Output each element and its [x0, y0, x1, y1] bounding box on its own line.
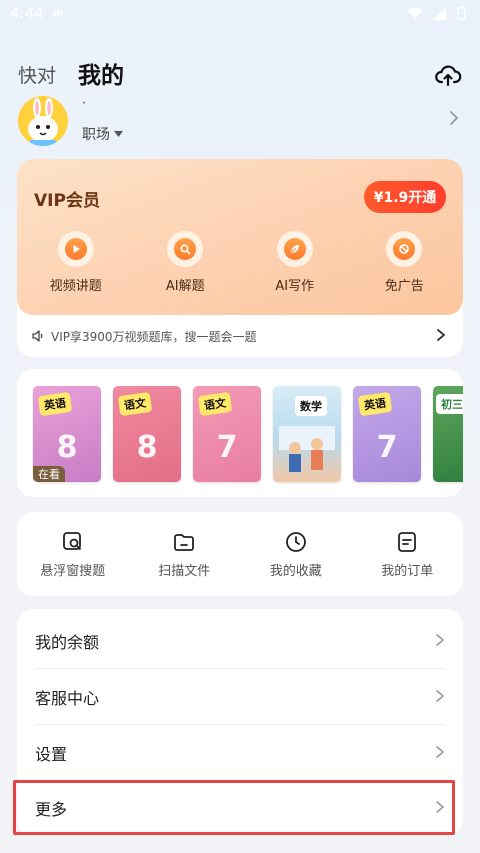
header: 快对 我的 — [18, 58, 466, 92]
clock-icon — [285, 531, 306, 552]
book-grade: 8 — [56, 430, 78, 465]
vip-title: VIP会员 — [34, 191, 100, 211]
reading-tag: 在看 — [33, 466, 65, 482]
chevron-right-icon — [436, 801, 445, 813]
vip-features: 视频讲题 AI解题 AI写作 免广告 — [17, 231, 463, 294]
vip-feature-ai-write[interactable]: AI写作 — [245, 231, 345, 294]
status-bar: 4:44 — [0, 0, 480, 26]
tab-wode[interactable]: 我的 — [78, 60, 124, 92]
vip-open-button[interactable]: ¥1.9开通 — [364, 181, 446, 213]
vip-feature-label: 免广告 — [384, 279, 424, 294]
book-cover[interactable]: 英语 7 — [353, 386, 421, 482]
role-selector[interactable]: 职场 — [82, 124, 123, 144]
vip-feature-label: AI解题 — [165, 279, 205, 294]
books-shelf: 英语 8 在看 语文 8 语文 7 数学 英语 7 初三 — [17, 369, 463, 497]
tool-label: 我的收藏 — [269, 563, 322, 579]
book-cover[interactable]: 初三 — [433, 386, 463, 482]
book-cover[interactable]: 语文 8 — [113, 386, 181, 482]
menu-item-balance[interactable]: 我的余额 — [35, 613, 445, 669]
tool-float-search[interactable]: 悬浮窗搜题 — [23, 530, 123, 579]
menu-item-label: 更多 — [35, 800, 68, 819]
vip-feature-video[interactable]: 视频讲题 — [26, 231, 126, 294]
chevron-right-icon — [436, 690, 445, 702]
tool-orders[interactable]: 我的订单 — [357, 530, 457, 579]
chevron-right-icon — [436, 746, 445, 758]
wifi-icon — [407, 7, 423, 19]
signal-icon — [433, 6, 446, 20]
tab-kuaidui[interactable]: 快对 — [18, 60, 56, 92]
chevron-right-icon — [436, 634, 445, 646]
tool-label: 悬浮窗搜题 — [40, 563, 106, 579]
leaf-icon — [290, 245, 299, 253]
profile-section[interactable]: · 职场 — [18, 96, 462, 152]
menu-item-service[interactable]: 客服中心 — [35, 669, 445, 725]
book-grade: 8 — [136, 430, 158, 465]
book-cover[interactable]: 数学 — [273, 386, 341, 482]
infinity-icon — [52, 9, 63, 17]
book-grade: 7 — [376, 430, 398, 465]
book-subject: 语文 — [117, 391, 153, 417]
folder-icon — [174, 533, 195, 551]
play-icon — [73, 245, 80, 253]
book-subject: 英语 — [37, 391, 73, 417]
vip-panel: VIP会员 ¥1.9开通 视频讲题 AI解题 AI写作 免广告 — [17, 159, 463, 315]
status-time: 4:44 — [10, 4, 44, 22]
battery-icon — [457, 6, 466, 20]
book-subject: 英语 — [357, 391, 393, 417]
book-subject: 语文 — [197, 391, 233, 417]
tools-card: 悬浮窗搜题 扫描文件 我的收藏 我的订单 — [17, 512, 463, 596]
speaker-icon — [32, 330, 43, 342]
menu-item-more[interactable]: 更多 — [35, 780, 445, 835]
search-icon — [180, 244, 191, 255]
avatar[interactable] — [18, 96, 68, 146]
book-subject: 初三 — [436, 394, 463, 414]
no-ads-icon — [399, 244, 410, 254]
tool-label: 扫描文件 — [158, 563, 211, 579]
tool-label: 我的订单 — [381, 563, 434, 579]
book-cover[interactable]: 英语 8 在看 — [33, 386, 101, 482]
book-cover[interactable]: 语文 7 — [193, 386, 261, 482]
float-search-icon — [62, 531, 81, 550]
order-icon — [398, 531, 417, 552]
username: · — [82, 96, 86, 110]
menu-list: 我的余额 客服中心 设置 更多 — [17, 609, 463, 835]
menu-item-label: 客服中心 — [35, 689, 100, 708]
cloud-upload-icon[interactable] — [434, 62, 462, 90]
bunny-avatar-icon — [28, 98, 58, 146]
vip-feature-ai-solve[interactable]: AI解题 — [135, 231, 235, 294]
role-label: 职场 — [82, 127, 110, 143]
tool-favorites[interactable]: 我的收藏 — [246, 530, 346, 579]
menu-item-label: 设置 — [35, 745, 68, 764]
vip-card[interactable]: VIP会员 ¥1.9开通 视频讲题 AI解题 AI写作 免广告 VIP享3900… — [17, 159, 463, 357]
vip-promo-banner[interactable]: VIP享3900万视频题库，搜一题会一题 — [31, 323, 447, 349]
vip-feature-no-ads[interactable]: 免广告 — [354, 231, 454, 294]
caret-down-icon — [114, 131, 123, 137]
chevron-right-icon — [437, 329, 446, 341]
menu-item-settings[interactable]: 设置 — [35, 725, 445, 781]
vip-feature-label: AI写作 — [275, 279, 315, 294]
classroom-illustration — [279, 426, 335, 472]
book-grade: 7 — [216, 430, 238, 465]
vip-promo-text: VIP享3900万视频题库，搜一题会一题 — [51, 329, 257, 344]
vip-feature-label: 视频讲题 — [49, 279, 102, 294]
chevron-right-icon[interactable] — [446, 110, 462, 126]
tool-scan-file[interactable]: 扫描文件 — [134, 530, 234, 579]
menu-item-label: 我的余额 — [35, 633, 100, 652]
